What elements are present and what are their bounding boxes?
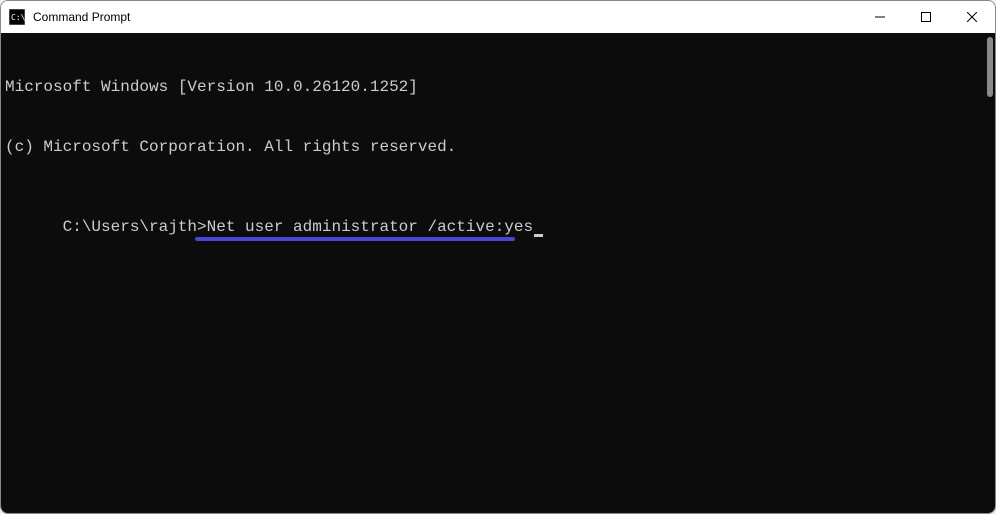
window-controls xyxy=(857,1,995,33)
maximize-button[interactable] xyxy=(903,1,949,33)
titlebar[interactable]: C:\ Command Prompt xyxy=(1,1,995,33)
command-prompt-window: C:\ Command Prompt Microsoft Windows [Ve… xyxy=(0,0,996,514)
svg-text:C:\: C:\ xyxy=(11,13,25,22)
cursor xyxy=(534,234,543,237)
annotation-underline xyxy=(195,237,515,241)
minimize-button[interactable] xyxy=(857,1,903,33)
scrollbar-thumb[interactable] xyxy=(987,37,993,97)
terminal-line-version: Microsoft Windows [Version 10.0.26120.12… xyxy=(5,77,991,97)
terminal-content: Microsoft Windows [Version 10.0.26120.12… xyxy=(1,33,995,261)
cmd-icon: C:\ xyxy=(9,9,25,25)
prompt-path: C:\Users\rajth> xyxy=(63,218,207,236)
terminal-line-copyright: (c) Microsoft Corporation. All rights re… xyxy=(5,137,991,157)
close-button[interactable] xyxy=(949,1,995,33)
terminal-area[interactable]: Microsoft Windows [Version 10.0.26120.12… xyxy=(1,33,995,513)
prompt-line: C:\Users\rajth>Net user administrator /a… xyxy=(63,217,543,237)
window-title: Command Prompt xyxy=(33,10,857,24)
typed-command: Net user administrator /active:yes xyxy=(207,218,533,236)
